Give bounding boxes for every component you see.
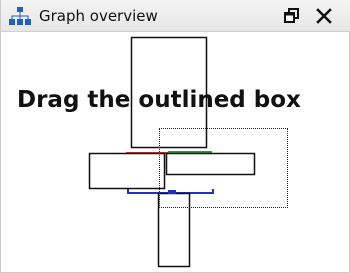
- panel-titlebar[interactable]: Graph overview: [1, 0, 350, 32]
- panel-title: Graph overview: [39, 7, 158, 25]
- close-button[interactable]: [314, 6, 334, 26]
- graph-node-middle-left: [88, 152, 166, 190]
- graph-overview-panel: Graph overview Drag the outlined box: [0, 0, 350, 273]
- hierarchy-icon: [9, 7, 31, 25]
- restore-window-icon: [284, 8, 299, 23]
- overview-viewport-box[interactable]: [159, 128, 288, 208]
- close-icon: [316, 8, 332, 24]
- graph-overview-canvas[interactable]: Drag the outlined box: [1, 32, 350, 273]
- restore-window-button[interactable]: [282, 6, 302, 26]
- drag-hint-text: Drag the outlined box: [17, 87, 301, 113]
